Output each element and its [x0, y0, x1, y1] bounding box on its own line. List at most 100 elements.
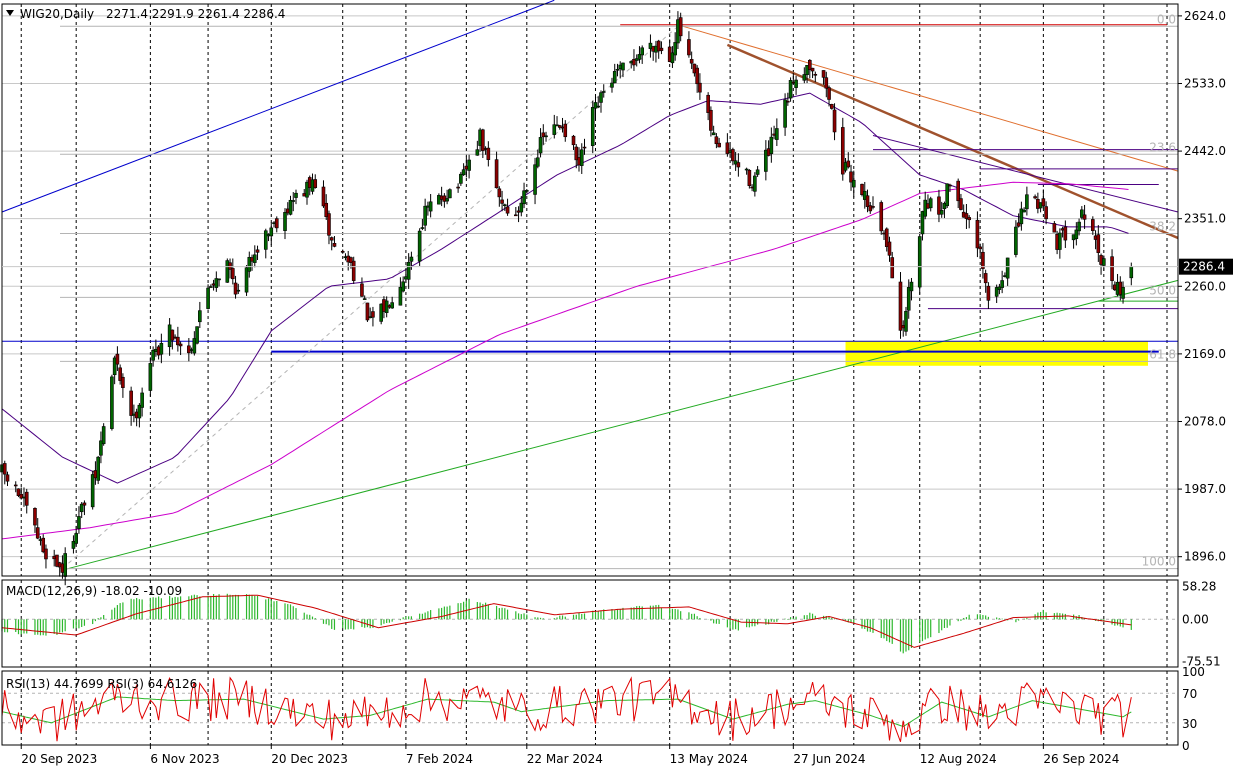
candle[interactable] [783, 93, 787, 136]
candle[interactable] [225, 258, 230, 283]
candle[interactable] [769, 127, 774, 163]
candle[interactable] [840, 117, 845, 181]
candle[interactable] [365, 302, 370, 322]
candles-layer [0, 11, 1134, 586]
candle[interactable] [129, 386, 133, 426]
candle[interactable] [1041, 189, 1046, 209]
candle[interactable] [148, 357, 153, 397]
trendline[interactable] [62, 279, 1179, 571]
candle[interactable] [101, 423, 106, 446]
candle[interactable] [788, 77, 793, 102]
candle[interactable] [1033, 194, 1037, 200]
collapse-triangle-icon[interactable] [6, 10, 14, 16]
candle[interactable] [1058, 228, 1062, 259]
chart-window: 0.0 23.6 38.2 50.0 61.8 100.0 2624.0 2533.0 244… [0, 0, 1242, 771]
candle[interactable] [24, 488, 29, 514]
candle[interactable] [904, 306, 908, 336]
candle[interactable] [456, 183, 460, 193]
candle[interactable] [288, 195, 293, 216]
candle[interactable] [1110, 249, 1114, 290]
candle[interactable] [810, 67, 815, 79]
candle[interactable] [340, 249, 345, 254]
candle[interactable] [351, 256, 356, 284]
candle[interactable] [794, 75, 798, 95]
candle[interactable] [871, 196, 875, 210]
candle[interactable] [898, 272, 903, 339]
candle[interactable] [313, 174, 318, 189]
candle[interactable] [428, 194, 433, 218]
candle[interactable] [269, 222, 274, 246]
candle[interactable] [252, 245, 257, 268]
candle[interactable] [725, 133, 730, 157]
candle[interactable] [753, 172, 757, 197]
candle[interactable] [986, 282, 991, 309]
candle[interactable] [1005, 257, 1010, 286]
candle[interactable] [709, 106, 713, 137]
candle[interactable] [467, 154, 471, 179]
candle[interactable] [198, 301, 202, 329]
candle[interactable] [890, 251, 895, 279]
candle[interactable] [928, 196, 933, 212]
candle[interactable] [1052, 221, 1057, 233]
candle[interactable] [195, 326, 199, 345]
candle[interactable] [206, 284, 210, 310]
price-tick-label: 2533.0 [1184, 76, 1226, 90]
candle[interactable] [371, 306, 375, 327]
candle[interactable] [214, 271, 219, 292]
rsi13-line [1, 696, 1132, 728]
candle[interactable] [448, 188, 452, 199]
candle[interactable] [481, 128, 485, 159]
candle[interactable] [110, 374, 114, 431]
candle[interactable] [829, 103, 834, 110]
candle[interactable] [937, 189, 941, 223]
candle[interactable] [159, 333, 164, 364]
candle[interactable] [96, 455, 100, 485]
candle[interactable] [612, 63, 617, 84]
candle[interactable] [274, 216, 279, 233]
candle[interactable] [538, 128, 543, 158]
candle[interactable] [121, 373, 125, 398]
candle[interactable] [755, 166, 760, 177]
candle[interactable] [176, 326, 180, 352]
candle[interactable] [360, 277, 364, 297]
candle[interactable] [687, 31, 691, 58]
price-tick-label: 1987.0 [1184, 482, 1226, 496]
candle[interactable] [621, 62, 625, 78]
axis-layer: 2624.0 2533.0 2442.0 2351.0 2260.0 2169.0 2078… [2, 9, 1233, 766]
candle[interactable] [775, 118, 779, 147]
candle[interactable] [736, 153, 741, 177]
chart-svg: 0.0 23.6 38.2 50.0 61.8 100.0 2624.0 2533.0 244… [0, 0, 1233, 766]
candle[interactable] [294, 189, 298, 205]
candle[interactable] [486, 141, 491, 167]
candle[interactable] [555, 116, 559, 127]
candle[interactable] [747, 169, 752, 189]
candle[interactable] [494, 151, 499, 189]
candle[interactable] [764, 140, 768, 181]
candle[interactable] [563, 120, 568, 142]
candle[interactable] [1063, 220, 1068, 248]
price-panel[interactable] [1, 3, 1179, 577]
candle[interactable] [648, 34, 653, 58]
trendline[interactable] [1, 0, 555, 213]
candle[interactable] [417, 228, 422, 266]
candle[interactable] [461, 163, 466, 176]
candle[interactable] [231, 258, 235, 285]
candle[interactable] [423, 198, 427, 232]
candle[interactable] [233, 275, 238, 299]
candle[interactable] [945, 183, 949, 208]
rsi-tick-label: 100 [1182, 665, 1205, 679]
trendline[interactable] [726, 43, 1179, 240]
candle[interactable] [964, 203, 969, 229]
candle[interactable] [263, 228, 268, 259]
candle[interactable] [832, 103, 837, 141]
candle[interactable] [599, 90, 603, 113]
candle[interactable] [640, 45, 645, 64]
candle[interactable] [1129, 262, 1134, 286]
candle[interactable] [917, 234, 922, 295]
candle[interactable] [590, 100, 595, 154]
candle[interactable] [813, 71, 818, 83]
candle[interactable] [505, 198, 510, 216]
candle[interactable] [1082, 204, 1087, 230]
candle[interactable] [879, 200, 884, 235]
candle[interactable] [390, 296, 394, 309]
